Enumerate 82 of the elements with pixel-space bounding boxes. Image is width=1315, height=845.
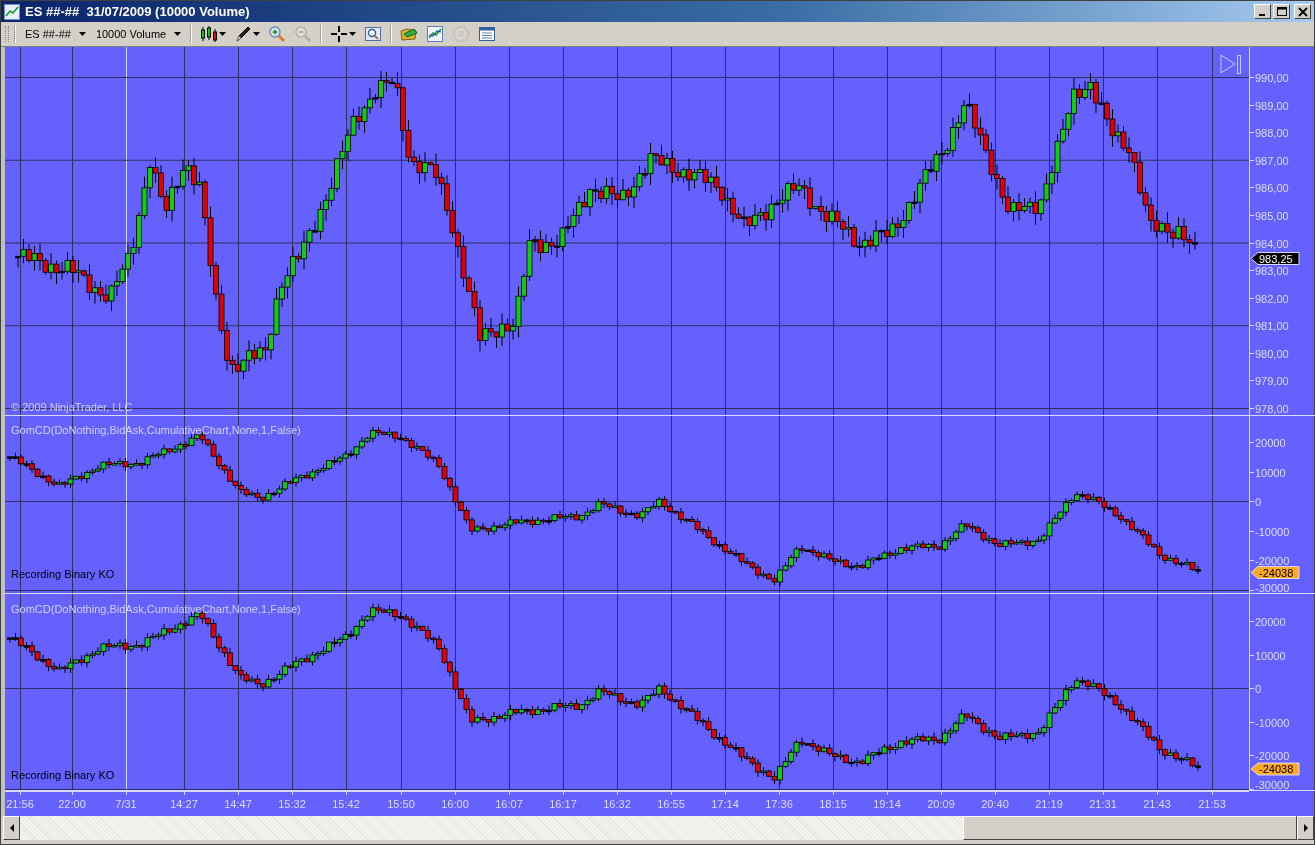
skip-to-end-icon[interactable] — [1220, 54, 1241, 74]
caret-icon — [78, 32, 86, 36]
caret-icon — [349, 32, 357, 36]
folder-icon — [400, 25, 419, 43]
axis-label: 21:56 — [6, 798, 34, 810]
scroll-left-button[interactable] — [3, 816, 20, 840]
line-chart-icon — [426, 25, 445, 43]
axis-label: 19:14 — [873, 798, 901, 810]
period-dropdown[interactable]: 10000 Volume — [91, 26, 186, 42]
instrument-dropdown[interactable]: ES ##-## — [21, 26, 90, 42]
scrollbar-thumb[interactable] — [963, 816, 1297, 840]
axis-label: 15:50 — [387, 798, 415, 810]
crosshair-icon — [330, 25, 349, 43]
scroll-right-button[interactable] — [1297, 816, 1314, 840]
axis-label: 16:55 — [657, 798, 685, 810]
axis-label: 20:40 — [981, 798, 1009, 810]
coin-icon — [452, 25, 471, 43]
window-title: ES ##-## 31/07/2009 (10000 Volume) — [25, 4, 251, 19]
axis-label: 14:47 — [224, 798, 252, 810]
axis-label: 20:09 — [927, 798, 955, 810]
close-icon — [1297, 6, 1308, 17]
axis-label: 17:14 — [711, 798, 739, 810]
axis-label: 0 — [1255, 495, 1262, 508]
axis-label: 978,00 — [1255, 402, 1289, 415]
minimize-icon — [1258, 13, 1265, 16]
axis-label: 21:43 — [1143, 798, 1171, 810]
caret-icon — [219, 32, 227, 36]
axis-label: 7/31 — [115, 798, 137, 810]
table-icon — [478, 25, 497, 43]
axis-label: 10000 — [1255, 649, 1286, 662]
left-arrow-icon — [8, 824, 15, 832]
axis-label: 987,00 — [1255, 154, 1289, 167]
axis-label: 985,00 — [1255, 209, 1289, 222]
axis-label: 15:42 — [332, 798, 360, 810]
axis-label: 988,00 — [1255, 126, 1289, 139]
axis-label: 982,00 — [1255, 292, 1289, 305]
axis-label: 984,00 — [1255, 237, 1289, 250]
axis-label: 21:53 — [1198, 798, 1226, 810]
zoom-out-icon — [294, 25, 313, 43]
axis-label: 10000 — [1255, 466, 1286, 479]
maximize-button[interactable] — [1273, 4, 1290, 19]
last-value-label: -24038 — [1250, 566, 1300, 579]
axis-label: 0 — [1255, 682, 1262, 695]
axis-label: 22:00 — [58, 798, 86, 810]
axis-label: 18:15 — [819, 798, 847, 810]
axis-label: 17:36 — [765, 798, 793, 810]
axis-label: 16:17 — [549, 798, 577, 810]
caret-icon — [253, 32, 261, 36]
axis-label: 21:31 — [1089, 798, 1117, 810]
axis-label: -30000 — [1255, 779, 1290, 791]
axis-label: 16:32 — [603, 798, 631, 810]
axis-label: 21:19 — [1035, 798, 1063, 810]
axis-label: -30000 — [1255, 582, 1290, 594]
pencil-icon — [234, 25, 253, 43]
axis-label: -10000 — [1255, 716, 1290, 729]
axis-label: 989,00 — [1255, 99, 1289, 112]
axis-label: 980,00 — [1255, 347, 1289, 360]
minimize-button[interactable] — [1254, 4, 1271, 19]
axis-label: 979,00 — [1255, 374, 1289, 387]
axis-label: 20000 — [1255, 615, 1286, 628]
axis-label: 981,00 — [1255, 319, 1289, 332]
app-chart-icon — [4, 3, 20, 20]
axis-label: 983,00 — [1255, 264, 1289, 277]
maximize-icon — [1276, 6, 1287, 17]
axis-label: -20000 — [1255, 749, 1290, 762]
axis-label: 990,00 — [1255, 71, 1289, 84]
axis-label: 14:27 — [170, 798, 198, 810]
caret-icon — [174, 32, 182, 36]
axis-label: -20000 — [1255, 554, 1290, 567]
candlestick-icon — [200, 25, 219, 43]
axis-label: -10000 — [1255, 525, 1290, 538]
last-price-label: 983,25 — [1250, 252, 1300, 265]
axis-label: 20000 — [1255, 436, 1286, 449]
right-arrow-icon — [1302, 824, 1309, 832]
last-value-label: -24038 — [1250, 762, 1300, 776]
axis-label: 16:07 — [495, 798, 523, 810]
axis-label: 16:00 — [441, 798, 469, 810]
axis-label: 986,00 — [1255, 181, 1289, 194]
axis-label: 15:32 — [278, 798, 306, 810]
close-button[interactable] — [1294, 4, 1311, 19]
magnifier-icon — [364, 25, 383, 43]
zoom-in-icon — [268, 25, 287, 43]
